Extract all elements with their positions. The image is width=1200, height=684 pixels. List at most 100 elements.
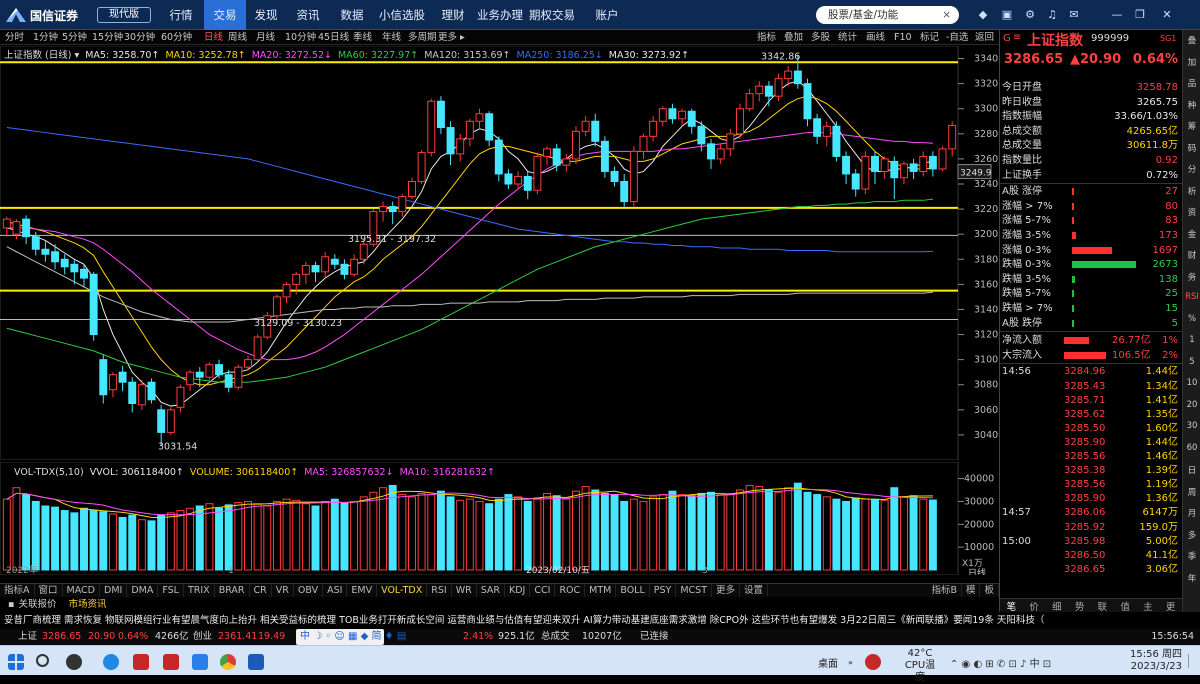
candle-body[interactable] — [764, 85, 773, 97]
brand-logo[interactable]: 国信证券 — [6, 6, 78, 24]
candle-body[interactable] — [282, 283, 291, 298]
candle-body[interactable] — [928, 155, 937, 170]
candle-body[interactable] — [51, 251, 60, 263]
candle-body[interactable] — [292, 273, 301, 285]
indicator-tab-22[interactable]: PSY — [650, 584, 677, 597]
ime-toolbar[interactable]: 中 ☽ ◦ ☺ ▦ ◆ 简 ♦ ▤ — [296, 629, 406, 645]
chevron-right-icon[interactable]: » — [848, 658, 853, 667]
desktop-label[interactable]: 桌面 — [818, 655, 838, 670]
candle-body[interactable] — [80, 268, 88, 279]
chart-tool-7[interactable]: -自选 — [946, 30, 968, 45]
candle-body[interactable] — [12, 221, 21, 235]
candle-body[interactable] — [186, 371, 195, 386]
start-icon[interactable] — [8, 654, 24, 670]
restore-icon[interactable]: ❐ — [1133, 8, 1147, 22]
clock[interactable]: 15:56 周四 2023/3/23 — [1120, 649, 1182, 673]
gift-icon[interactable]: ▣ — [1000, 8, 1014, 22]
candle-body[interactable] — [60, 258, 69, 268]
candle-body[interactable] — [899, 163, 908, 179]
indicator-tab-14[interactable]: RSI — [427, 584, 452, 597]
candle-body[interactable] — [610, 170, 619, 182]
side-tool-20[interactable]: 日 — [1185, 464, 1199, 476]
candle-body[interactable] — [475, 113, 484, 122]
candle-body[interactable] — [330, 258, 339, 265]
indicator-right-tab-2[interactable]: 板 — [980, 584, 999, 597]
candle-body[interactable] — [591, 120, 600, 142]
candle-body[interactable] — [707, 143, 715, 160]
period-3[interactable]: 15分钟 — [92, 30, 123, 45]
candle-body[interactable] — [620, 180, 629, 203]
candle-body[interactable] — [543, 148, 551, 157]
candle-body[interactable] — [244, 359, 252, 368]
candle-body[interactable] — [456, 138, 465, 155]
candle-body[interactable] — [533, 155, 542, 191]
period-6[interactable]: 日线 — [204, 30, 223, 45]
candle-body[interactable] — [861, 155, 870, 190]
candle-body[interactable] — [31, 236, 40, 250]
panel-tab-6[interactable]: 主 — [1137, 599, 1160, 613]
word-icon[interactable] — [248, 654, 264, 670]
menu-8[interactable]: 期权交易 — [523, 0, 581, 30]
side-tool-25[interactable]: 年 — [1185, 572, 1199, 584]
side-tool-16[interactable]: 10 — [1185, 378, 1199, 388]
stock-app-2-icon[interactable] — [163, 654, 179, 670]
side-tool-18[interactable]: 30 — [1185, 421, 1199, 431]
indicator-tab-0[interactable]: 指标A — [0, 584, 35, 597]
side-tool-9[interactable]: 金 — [1185, 228, 1199, 240]
candle-body[interactable] — [784, 70, 793, 80]
indicator-right-tab-1[interactable]: 模 — [962, 584, 981, 597]
side-tool-13[interactable]: % — [1185, 314, 1199, 324]
info-tab-1[interactable]: 市场资讯 — [68, 599, 106, 610]
candle-body[interactable] — [108, 374, 117, 391]
side-tool-1[interactable]: 加 — [1185, 56, 1199, 68]
candle-body[interactable] — [446, 127, 455, 155]
indicator-tab-5[interactable]: FSL — [158, 584, 184, 597]
candle-body[interactable] — [465, 120, 474, 140]
candle-body[interactable] — [571, 130, 580, 160]
candle-body[interactable] — [755, 85, 764, 95]
mode-switch-button[interactable]: 现代版 — [97, 7, 151, 23]
candle-body[interactable] — [919, 155, 928, 172]
candle-body[interactable] — [494, 139, 503, 175]
candle-body[interactable] — [340, 263, 349, 275]
period-14[interactable]: 更多 ▸ — [438, 30, 465, 45]
headset-icon[interactable]: ♫ — [1045, 8, 1059, 22]
candle-body[interactable] — [436, 100, 445, 129]
panel-tab-1[interactable]: 价 — [1023, 599, 1046, 613]
indicator-tab-12[interactable]: EMV — [347, 584, 378, 597]
side-tool-8[interactable]: 资 — [1185, 206, 1199, 218]
candle-body[interactable] — [909, 163, 918, 172]
candle-body[interactable] — [938, 148, 947, 170]
candle-body[interactable] — [649, 120, 658, 137]
chart-tool-2[interactable]: 多股 — [811, 30, 830, 45]
side-tool-5[interactable]: 码 — [1185, 142, 1199, 154]
dropdown-icon[interactable]: ≡ — [1013, 32, 1021, 43]
vol-title[interactable]: VOL-TDX(5,10) — [14, 467, 84, 478]
candle-body[interactable] — [234, 366, 243, 388]
app-icon[interactable] — [192, 654, 208, 670]
menu-2[interactable]: 发现 — [247, 0, 285, 30]
panel-tab-4[interactable]: 联 — [1091, 599, 1114, 613]
candle-body[interactable] — [851, 173, 860, 190]
tray-icons[interactable]: ⌃ ◉ ◐ ⊞ ✆ ⊡ ♪ 中 ⊡ — [950, 655, 1051, 670]
indicator-tab-19[interactable]: ROC — [555, 584, 586, 597]
indicator-tab-24[interactable]: 更多 — [712, 584, 741, 597]
side-tool-15[interactable]: 5 — [1185, 357, 1199, 367]
side-tool-22[interactable]: 月 — [1185, 507, 1199, 519]
candle-body[interactable] — [311, 265, 320, 273]
settings-small-icon[interactable]: ▪ — [8, 599, 14, 610]
indicator-tab-7[interactable]: BRAR — [215, 584, 250, 597]
candle-body[interactable] — [745, 93, 754, 110]
diamond-icon[interactable]: ◆ — [976, 8, 990, 22]
side-tool-24[interactable]: 季 — [1185, 550, 1199, 562]
candle-body[interactable] — [427, 100, 436, 154]
indicator-tab-17[interactable]: KDJ — [505, 584, 531, 597]
indicator-tab-11[interactable]: ASI — [323, 584, 348, 597]
chart-tool-8[interactable]: 返回 — [975, 30, 994, 45]
candle-body[interactable] — [157, 409, 166, 433]
side-tool-17[interactable]: 20 — [1185, 400, 1199, 410]
menu-5[interactable]: 小信选股 — [374, 0, 430, 30]
chart-tool-4[interactable]: 画线 — [866, 30, 885, 45]
info-tab-0[interactable]: 关联报价 — [18, 599, 56, 610]
side-tool-7[interactable]: 析 — [1185, 185, 1199, 197]
